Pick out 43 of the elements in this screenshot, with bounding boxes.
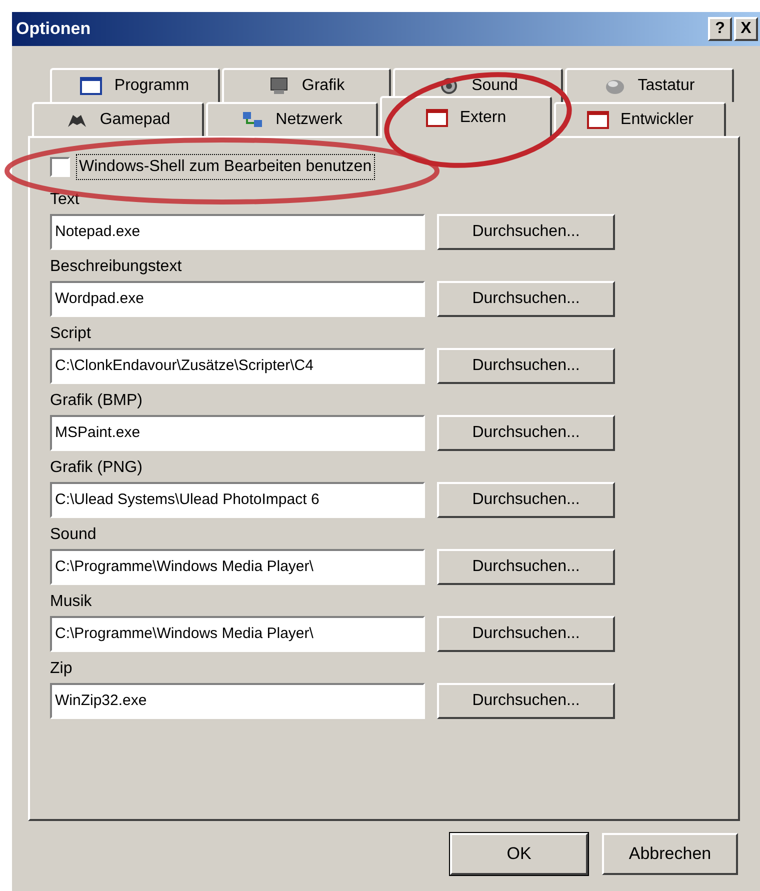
window-icon [80, 77, 102, 95]
tab[interactable]: Netzwerk [206, 102, 378, 136]
browse-button[interactable]: Durchsuchen... [437, 616, 615, 652]
field-label: Beschreibungstext [50, 257, 183, 277]
field-label: Musik [50, 592, 93, 612]
path-field[interactable]: C:\Programme\Windows Media Player\ [50, 616, 425, 652]
path-field[interactable]: C:\ClonkEndavour\Zusätze\Scripter\C4 [50, 348, 425, 384]
field-label: Sound [50, 525, 98, 545]
checkbox-label[interactable]: Windows-Shell zum Bearbeiten benutzen [76, 154, 375, 180]
browse-button[interactable]: Durchsuchen... [437, 281, 615, 317]
field-label: Script [50, 324, 92, 344]
window-icon [426, 109, 448, 127]
browse-button[interactable]: Durchsuchen... [437, 482, 615, 518]
browse-button[interactable]: Durchsuchen... [437, 415, 615, 451]
path-field[interactable]: Wordpad.exe [50, 281, 425, 317]
path-field[interactable]: WinZip32.exe [50, 683, 425, 719]
path-field[interactable]: C:\Programme\Windows Media Player\ [50, 549, 425, 585]
field-label: Grafik (BMP) [50, 391, 144, 411]
cancel-button[interactable]: Abbrechen [602, 833, 738, 875]
tab[interactable]: Gamepad [32, 102, 204, 136]
path-field[interactable]: MSPaint.exe [50, 415, 425, 451]
close-button[interactable]: X [734, 17, 758, 41]
browse-button[interactable]: Durchsuchen... [437, 214, 615, 250]
checkbox[interactable] [50, 157, 70, 177]
path-field[interactable]: Notepad.exe [50, 214, 425, 250]
field-label: Zip [50, 659, 74, 679]
tab[interactable]: Extern [380, 96, 552, 138]
network-icon [242, 111, 264, 129]
browse-button[interactable]: Durchsuchen... [437, 683, 615, 719]
tab[interactable]: Tastatur [564, 68, 734, 102]
tab[interactable]: Programm [50, 68, 220, 102]
browse-button[interactable]: Durchsuchen... [437, 549, 615, 585]
help-button[interactable]: ? [708, 17, 732, 41]
browse-button[interactable]: Durchsuchen... [437, 348, 615, 384]
field-label: Grafik (PNG) [50, 458, 144, 478]
tab[interactable]: Entwickler [554, 102, 726, 136]
field-label: Text [50, 190, 80, 210]
ok-button[interactable]: OK [450, 833, 588, 875]
tab[interactable]: Grafik [222, 68, 391, 102]
window-title: Optionen [16, 18, 92, 40]
path-field[interactable]: C:\Ulead Systems\Ulead PhotoImpact 6 [50, 482, 425, 518]
window-icon [586, 111, 609, 129]
monitor-icon [268, 77, 290, 95]
